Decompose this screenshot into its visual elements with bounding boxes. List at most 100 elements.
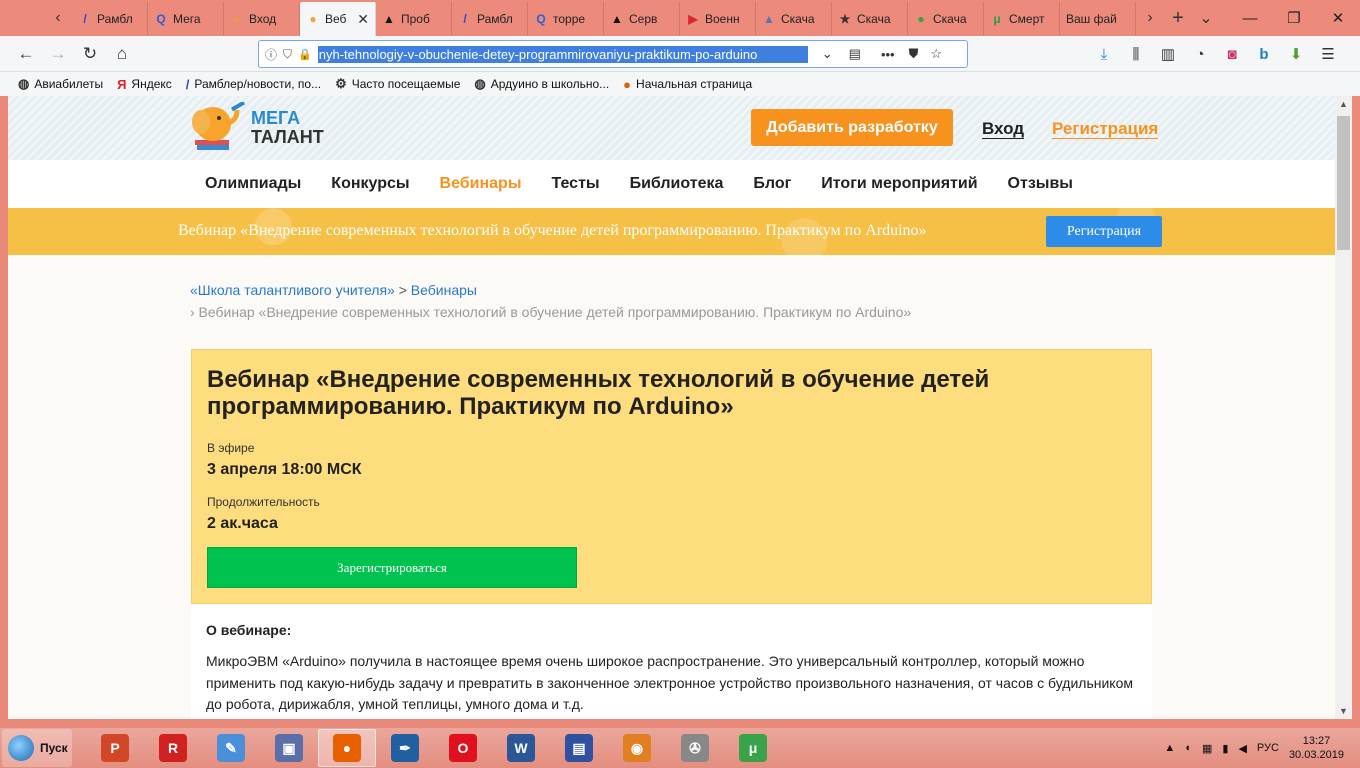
tabs-scroll-right-icon[interactable]: › [1136,0,1164,36]
bing-icon[interactable]: b [1248,46,1280,63]
bookmarks-bar: ◍ Авиабилеты Я Яндекс / Рамблер/новости, по..… [0,72,1360,96]
reader-view-icon[interactable]: ▤ [849,46,861,62]
url-text[interactable]: nyh-tehnologiy-v-obuchenie-detey-program… [317,45,808,63]
breadcrumb-webinars-link[interactable]: Вебинары [411,282,477,298]
about-text: МикроЭВМ «Arduino» получила в настоящее … [206,653,1133,712]
tab-list-dropdown-icon[interactable]: ⌄ [1192,0,1220,36]
info-icon[interactable]: ⓘ [265,46,277,63]
tab-favicon-icon: ● [309,12,317,26]
new-tab-icon[interactable]: + [1164,0,1192,36]
bookmark-item[interactable]: ● Начальная страница [623,77,752,92]
browser-tab[interactable]: Qторре [528,2,604,36]
language-indicator[interactable]: РУС [1257,742,1279,754]
taskbar-app-button[interactable]: ✒ [376,729,434,767]
bookmark-item[interactable]: Я Яндекс [117,77,172,92]
browser-tab[interactable]: ★ Скача [832,2,908,36]
bookmark-item[interactable]: ◍ Авиабилеты [18,76,103,92]
library-icon[interactable]: ⫼ [1120,46,1152,63]
nav-item[interactable]: Олимпиады [205,175,301,193]
logo-text-line2: ТАЛАНТ [251,127,324,147]
tab-label: Ваш фай [1066,12,1117,26]
network-icon[interactable]: ▦ [1202,742,1212,755]
taskbar-app-button[interactable]: O [434,729,492,767]
add-development-button[interactable]: Добавить разработку [751,109,953,146]
nav-item[interactable]: Конкурсы [331,175,409,193]
close-window-icon[interactable]: ✕ [1316,0,1360,36]
browser-tab[interactable]: Ваш фай [1060,2,1136,36]
tab-favicon-icon: ▶ [688,12,698,26]
tray-app-icon[interactable]: ◐ [1185,742,1192,754]
taskbar-app-button[interactable]: W [492,729,550,767]
volume-icon[interactable]: ◀ [1238,742,1246,755]
forward-icon[interactable]: → [42,39,74,69]
tab-label: торре [553,12,586,26]
bookmark-star-icon[interactable]: ☆ [930,46,942,62]
login-link[interactable]: Вход [982,119,1025,139]
browser-tab[interactable]: μ Смерт [984,2,1060,36]
register-link[interactable]: Регистрация [1052,119,1159,139]
start-button[interactable]: Пуск [2,729,72,767]
bookmark-item[interactable]: / Рамблер/новости, по... [186,77,321,92]
pocket-icon[interactable]: ⛊ [909,46,919,62]
taskbar-app-button[interactable]: ● [318,729,376,767]
scroll-up-icon[interactable]: ▲ [1335,96,1352,112]
bookmark-item[interactable]: ⚙ Часто посещаемые [335,76,460,92]
browser-tab[interactable]: ▲ Серв [604,2,680,36]
taskbar-app-button[interactable]: ▣ [260,729,318,767]
taskbar-app-button[interactable]: μ [724,729,782,767]
page-actions-icon[interactable]: ••• [881,47,895,62]
browser-tab[interactable]: / Рамбл [72,2,148,36]
nav-item[interactable]: Отзывы [1008,175,1073,193]
sidebar-icon[interactable]: ▥ [1152,45,1184,63]
browser-tab[interactable]: ▶ Военн [680,2,756,36]
browser-tab[interactable]: ● Скача [908,2,984,36]
taskbar-app-button[interactable]: R [144,729,202,767]
browser-tab[interactable]: ● Веб ✕ [300,2,376,36]
scroll-down-icon[interactable]: ▼ [1335,703,1352,719]
home-icon[interactable]: ⌂ [106,39,138,69]
banner-register-button[interactable]: Регистрация [1046,216,1162,247]
url-bar[interactable]: ⓘ ⛉ 🔒 nyh-tehnologiy-v-obuchenie-detey-p… [258,40,968,68]
browser-tab[interactable]: ▲ Скача [756,2,832,36]
nav-item[interactable]: Библиотека [630,175,724,193]
taskbar-app-button[interactable]: ✎ [202,729,260,767]
taskbar-app-button[interactable]: ◉ [608,729,666,767]
maximize-icon[interactable]: ❐ [1272,0,1316,36]
tab-favicon-icon: ▲ [763,12,775,26]
power-icon[interactable]: ▮ [1222,742,1228,755]
nav-item[interactable]: Тесты [552,175,600,193]
browser-tab[interactable]: / Рамбл [452,2,528,36]
tray-expand-icon[interactable]: ▲ [1164,742,1175,754]
breadcrumb-school-link[interactable]: «Школа талантливого учителя» [190,282,395,298]
browser-tab[interactable]: ▲ Проб [376,2,452,36]
nav-item[interactable]: Вебинары [440,175,522,193]
browser-tab[interactable]: Q Мега [148,2,224,36]
scrollbar-thumb[interactable] [1337,116,1350,250]
globe-icon: ◍ [474,76,486,91]
tab-close-icon[interactable]: ✕ [357,11,369,28]
extension-icon[interactable]: ◔ [1184,46,1216,63]
addon-icon[interactable]: ◙ [1216,46,1248,63]
clock[interactable]: 13:27 30.03.2019 [1289,734,1344,762]
shield-icon[interactable]: ⛉ [283,47,292,62]
nav-item[interactable]: Блог [753,175,791,193]
reload-icon[interactable]: ↻ [74,39,106,69]
breadcrumb: «Школа талантливого учителя» > Вебинары [190,282,477,298]
register-button[interactable]: Зарегистрироваться [207,547,577,588]
taskbar-app-button[interactable]: P [86,729,144,767]
tabs-scroll-left-icon[interactable]: ‹ [44,0,72,36]
vertical-scrollbar[interactable]: ▲ ▼ [1335,96,1352,719]
minimize-icon[interactable]: — [1228,0,1272,36]
about-section: О вебинаре: МикроЭВМ «Arduino» получила … [191,604,1152,719]
site-logo[interactable]: МЕГА ТАЛАНТ [191,100,324,154]
downloads-icon[interactable]: ⤓ [1088,46,1120,63]
taskbar-app-button[interactable]: ✇ [666,729,724,767]
chevron-down-icon[interactable]: ⌄ [822,46,833,62]
browser-tab[interactable]: ♦ Вход [224,2,300,36]
menu-icon[interactable]: ☰ [1312,45,1344,63]
taskbar-app-button[interactable]: ▤ [550,729,608,767]
nav-item[interactable]: Итоги мероприятий [821,175,977,193]
download-helper-icon[interactable]: ⬇ [1280,45,1312,63]
bookmark-item[interactable]: ◍ Ардуино в школьно... [474,76,609,92]
back-icon[interactable]: ← [10,39,42,69]
